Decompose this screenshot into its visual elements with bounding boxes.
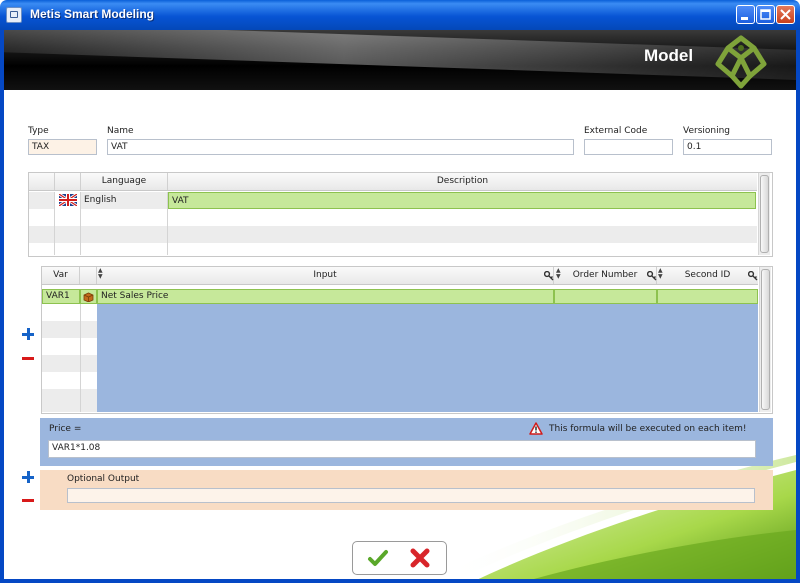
var-cell[interactable]: VAR1 — [42, 289, 80, 304]
language-table-scrollbar[interactable] — [758, 173, 770, 255]
optional-output-label: Optional Output — [67, 474, 140, 484]
column-header-input[interactable]: Input — [97, 267, 554, 284]
var-table: Var Input Order Number Second ID ▲ ▼ ▲ ▼ ▲… — [41, 266, 773, 414]
warning-icon — [529, 422, 543, 435]
order-number-cell[interactable] — [554, 289, 657, 304]
table-row[interactable]: English VAT — [29, 192, 757, 209]
sort-arrows-icon[interactable]: ▲ ▼ — [556, 268, 561, 280]
table-row — [29, 209, 757, 226]
column-header-flag — [55, 173, 81, 190]
column-header-language[interactable]: Language — [81, 173, 168, 190]
table-row — [29, 243, 757, 255]
app-window: Metis Smart Modeling Model Type TAX Name… — [0, 0, 800, 583]
table-row — [42, 338, 97, 355]
optional-output-panel: Optional Output — [40, 470, 773, 510]
uk-flag-icon — [59, 194, 77, 206]
column-header-var[interactable]: Var — [42, 267, 80, 284]
table-row — [42, 389, 97, 412]
box-icon — [83, 292, 94, 302]
external-code-field[interactable] — [584, 139, 673, 155]
input-cell[interactable]: Net Sales Price — [97, 289, 554, 304]
metis-logo-icon — [715, 35, 767, 89]
key-icon[interactable] — [748, 271, 758, 281]
sort-arrows-icon[interactable]: ▲ ▼ — [658, 268, 663, 280]
formula-panel: Price = This formula will be executed on… — [40, 418, 773, 466]
header-banner: Model — [4, 30, 796, 90]
type-label: Type — [28, 126, 49, 136]
window-border-bottom — [0, 579, 800, 583]
formula-input[interactable]: VAR1*1.08 — [48, 440, 756, 458]
confirm-cancel-group — [352, 541, 447, 575]
table-row — [42, 372, 97, 389]
scrollbar-thumb[interactable] — [760, 175, 769, 253]
column-header-order-number[interactable]: Order Number — [554, 267, 657, 284]
language-table-header: Language Description — [29, 173, 757, 191]
optional-output-field[interactable] — [67, 488, 755, 503]
column-header-blank — [29, 173, 55, 190]
external-code-label: External Code — [584, 126, 648, 136]
cancel-button[interactable] — [409, 548, 431, 568]
language-table: Language Description English VAT — [28, 172, 773, 257]
title-bar[interactable]: Metis Smart Modeling — [0, 0, 800, 30]
minimize-button[interactable] — [736, 5, 755, 24]
window-title: Metis Smart Modeling — [30, 7, 155, 21]
banner-title: Model — [644, 46, 694, 65]
column-header-second-id[interactable]: Second ID — [657, 267, 758, 284]
maximize-icon — [760, 9, 771, 20]
formula-warning: This formula will be executed on each it… — [549, 424, 747, 434]
close-icon — [780, 9, 791, 20]
type-field[interactable]: TAX — [28, 139, 97, 155]
table-row[interactable]: VAR1 Net Sales Price — [42, 289, 758, 304]
table-row — [29, 226, 757, 243]
remove-var-button[interactable] — [22, 357, 34, 360]
var-table-body — [97, 304, 758, 412]
formula-label: Price = — [49, 424, 82, 434]
column-header-description[interactable]: Description — [168, 173, 757, 190]
remove-output-button[interactable] — [22, 499, 34, 502]
app-icon — [6, 7, 22, 23]
window-border-left — [0, 30, 4, 583]
sort-arrows-icon[interactable]: ▲ ▼ — [98, 268, 103, 280]
versioning-field[interactable]: 0.1 — [683, 139, 772, 155]
table-row — [42, 355, 97, 372]
checkmark-icon — [368, 550, 388, 566]
close-button[interactable] — [776, 5, 795, 24]
x-mark-icon — [410, 548, 430, 568]
confirm-button[interactable] — [367, 548, 389, 568]
versioning-label: Versioning — [683, 126, 731, 136]
name-label: Name — [107, 126, 134, 136]
minimize-icon — [741, 17, 748, 20]
scrollbar-thumb[interactable] — [761, 269, 770, 410]
table-row — [42, 321, 97, 338]
table-row — [42, 304, 97, 322]
description-cell[interactable]: VAT — [168, 192, 756, 209]
name-field[interactable]: VAT — [107, 139, 574, 155]
var-table-scrollbar[interactable] — [759, 267, 771, 412]
add-output-button[interactable] — [22, 471, 34, 483]
key-icon[interactable] — [647, 271, 657, 281]
second-id-cell[interactable] — [657, 289, 758, 304]
add-var-button[interactable] — [22, 328, 34, 340]
maximize-button[interactable] — [756, 5, 775, 24]
key-icon[interactable] — [544, 271, 554, 281]
language-cell[interactable]: English — [81, 192, 168, 209]
window-border-right — [796, 30, 800, 583]
